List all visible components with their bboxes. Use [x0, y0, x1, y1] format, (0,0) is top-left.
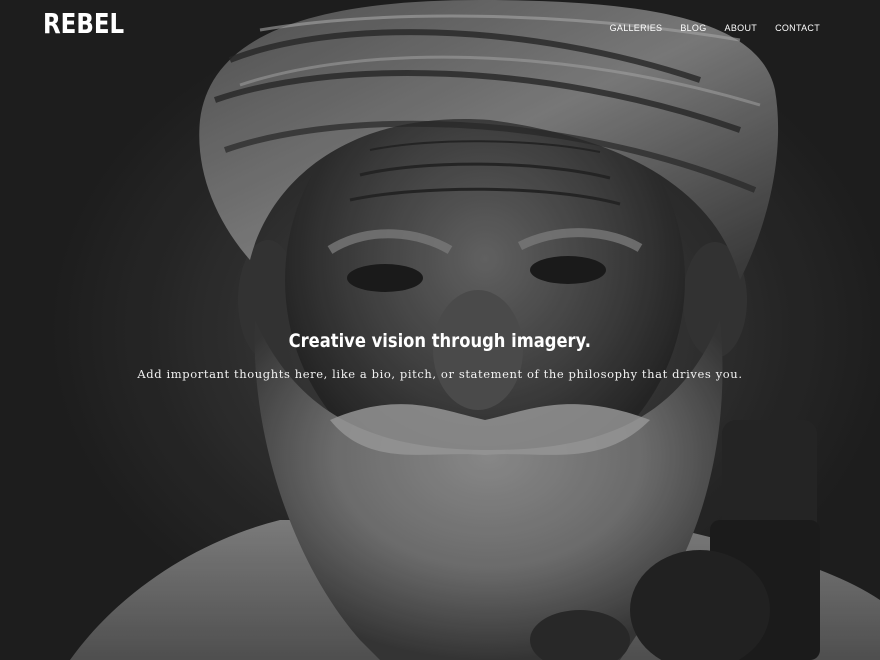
main-nav: GALLERIES BLOG ABOUT CONTACT [610, 16, 820, 35]
hero-title: Creative vision through imagery. [0, 328, 880, 354]
nav-item-contact: CONTACT [775, 16, 820, 35]
page: REBEL GALLERIES BLOG ABOUT CONTACT Creat… [0, 0, 880, 660]
nav-item-galleries: GALLERIES [610, 16, 663, 35]
nav-link-galleries[interactable]: GALLERIES [610, 23, 663, 33]
hero-title-text: Creative vision through imagery. [288, 330, 592, 352]
nav-link-contact[interactable]: CONTACT [775, 23, 820, 33]
nav-link-blog[interactable]: BLOG [680, 23, 706, 33]
hero-subtitle: Add important thoughts here, like a bio,… [137, 367, 743, 381]
nav-item-about: ABOUT [725, 16, 758, 35]
nav-item-blog: BLOG [680, 16, 706, 35]
nav-link-about[interactable]: ABOUT [725, 23, 758, 33]
site-logo[interactable]: REBEL [43, 7, 124, 41]
